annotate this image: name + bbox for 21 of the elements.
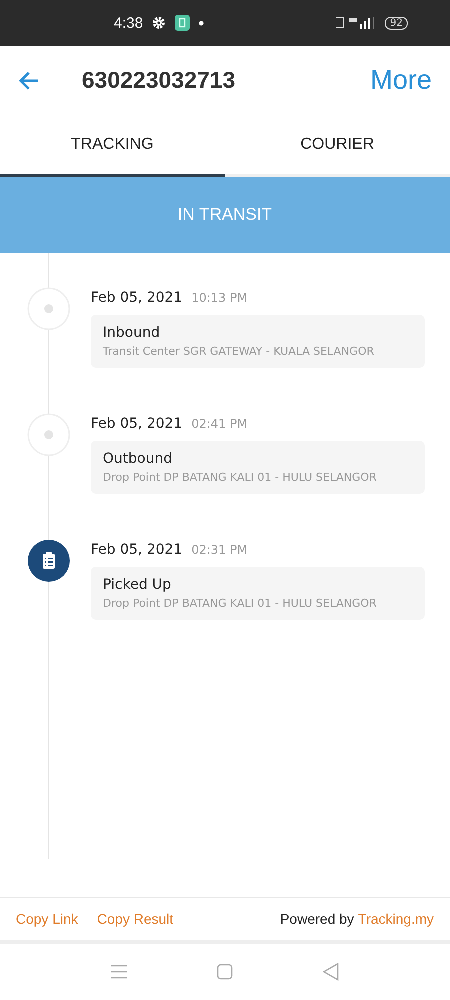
more-button[interactable]: More [370, 65, 432, 96]
clock: 4:38 [114, 14, 144, 32]
event-date: Feb 05, 2021 [91, 290, 183, 306]
powered-by-text: Powered by [280, 911, 354, 927]
event-title: Outbound [103, 451, 174, 467]
event-time: 02:41 PM [192, 417, 248, 431]
event-location: Drop Point DP BATANG KALI 01 - HULU SELANGOR [103, 471, 378, 484]
event-time: 02:31 PM [192, 543, 248, 557]
event-location: Transit Center SGR GATEWAY - KUALA SELANGOR [103, 345, 376, 358]
event-title: Inbound [103, 325, 162, 341]
event-time: 10:13 PM [192, 291, 248, 305]
battery-level: 92 [385, 16, 408, 30]
event-date: Feb 05, 2021 [91, 416, 183, 432]
event-title: Picked Up [103, 577, 172, 593]
status-banner: IN TRANSIT [0, 177, 450, 253]
copy-link[interactable]: Copy Link [16, 911, 78, 927]
tracking-number: 630223032713 [82, 67, 236, 94]
event-date: Feb 05, 2021 [91, 542, 183, 558]
event-location: Drop Point DP BATANG KALI 01 - HULU SELANGOR [103, 597, 378, 610]
copy-link[interactable]: Copy Result [97, 911, 174, 927]
brand-link[interactable]: Tracking.my [358, 911, 434, 927]
